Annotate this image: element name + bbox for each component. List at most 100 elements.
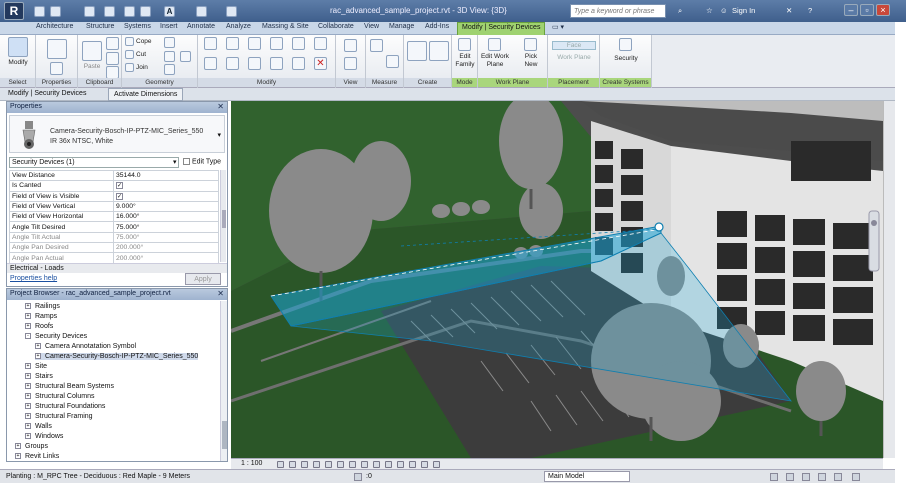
property-row[interactable]: Is Canted ✓	[9, 180, 219, 192]
minimize-button[interactable]: –	[844, 4, 858, 16]
browser-tree-item[interactable]: + Windows	[25, 433, 63, 440]
property-value[interactable]: 16.000°	[113, 211, 219, 223]
browser-scrollbar[interactable]	[220, 301, 227, 461]
group-select-label[interactable]: Select	[0, 78, 35, 87]
property-row[interactable]: Angle Pan Desired 200.000°	[9, 242, 219, 254]
expand-icon[interactable]: +	[15, 443, 21, 450]
close-icon[interactable]: ✕	[217, 102, 224, 111]
3d-viewport[interactable]	[231, 101, 883, 458]
temporary-properties-icon[interactable]	[421, 461, 428, 468]
edit-family-button[interactable]: Edit Family	[453, 53, 477, 69]
split-face-icon[interactable]	[164, 51, 175, 62]
property-row[interactable]: Angle Tilt Actual 75.000°	[9, 231, 219, 244]
help-icon[interactable]: ?	[808, 6, 812, 15]
browser-tree-item[interactable]: + Structural Framing	[25, 413, 93, 420]
lock-view-icon[interactable]	[361, 461, 368, 468]
tab-structure[interactable]: Structure	[86, 23, 114, 30]
expand-icon[interactable]: +	[25, 403, 31, 410]
apply-button[interactable]: Apply	[185, 273, 221, 285]
browser-tree-item[interactable]: + Walls	[25, 423, 52, 430]
property-value[interactable]: 9.000°	[113, 200, 219, 213]
browser-tree-item[interactable]: + Structural Columns	[25, 393, 95, 400]
modify-button[interactable]: Modify	[4, 59, 32, 66]
highlight-displacement-icon[interactable]	[409, 461, 416, 468]
security-button[interactable]: Security	[606, 55, 646, 62]
select-underlay-icon[interactable]	[786, 473, 794, 481]
view-scale[interactable]: 1 : 100	[241, 460, 262, 467]
tab-annotate[interactable]: Annotate	[187, 23, 215, 30]
property-checkbox[interactable]: ✓	[116, 192, 123, 200]
property-value[interactable]: 75.000°	[113, 231, 219, 244]
instance-filter-dropdown[interactable]: Security Devices (1)	[9, 157, 179, 168]
tab-analyze[interactable]: Analyze	[226, 23, 251, 30]
select-pinned-icon[interactable]	[802, 473, 810, 481]
expand-icon[interactable]: +	[25, 393, 31, 400]
visual-style-icon[interactable]	[289, 461, 296, 468]
join-button[interactable]: Join	[136, 64, 148, 71]
crop-region-icon[interactable]	[349, 461, 356, 468]
hide-isolate-icon[interactable]	[373, 461, 380, 468]
exchange-icon[interactable]: ✕	[786, 6, 792, 15]
tab-manage[interactable]: Manage	[389, 23, 414, 30]
property-value[interactable]: ✓	[113, 180, 219, 192]
cut-clip-icon[interactable]	[106, 37, 119, 50]
properties-help-link[interactable]: Properties help	[10, 275, 57, 282]
mirror-draw-icon[interactable]	[270, 37, 283, 50]
modify-cursor-icon[interactable]	[8, 37, 28, 57]
open-icon[interactable]	[34, 6, 45, 17]
expand-icon[interactable]: +	[35, 353, 41, 360]
split-icon[interactable]	[292, 37, 305, 50]
browser-tree-item[interactable]: + Roofs	[25, 323, 53, 330]
3d-scene[interactable]	[231, 101, 883, 458]
property-row[interactable]: Field of View Horizontal 16.000°	[9, 211, 219, 223]
paste-icon[interactable]	[82, 41, 102, 61]
delete-icon[interactable]: ✕	[314, 57, 327, 70]
detail-level-icon[interactable]	[277, 461, 284, 468]
security-system-icon[interactable]	[619, 38, 632, 51]
analytical-model-icon[interactable]	[397, 461, 404, 468]
expand-icon[interactable]: +	[25, 323, 31, 330]
filter-icon[interactable]	[852, 473, 860, 481]
print-icon[interactable]	[124, 6, 135, 17]
close-button[interactable]: ×	[876, 4, 890, 16]
binoculars-icon[interactable]: ⌕	[678, 6, 682, 16]
paint-icon[interactable]	[164, 64, 175, 75]
demolish-icon[interactable]	[180, 51, 191, 62]
3d-view-icon[interactable]	[196, 6, 207, 17]
measure-icon[interactable]	[140, 6, 151, 17]
crop-view-icon[interactable]	[337, 461, 344, 468]
cut-button[interactable]: Cut	[136, 51, 146, 58]
cope-button[interactable]: Cope	[136, 38, 152, 45]
thin-lines-icon[interactable]	[226, 6, 237, 17]
rotate-icon[interactable]	[248, 57, 261, 70]
property-row[interactable]: Angle Tilt Desired 75.000°	[9, 221, 219, 233]
browser-tree-item[interactable]: + Groups	[15, 443, 48, 450]
activate-dimensions-button[interactable]: Activate Dimensions	[108, 88, 184, 101]
property-value[interactable]: 35144.0	[113, 169, 219, 182]
browser-tree-item[interactable]: + Camera Annotatation Symbol	[35, 343, 136, 350]
sign-in-link[interactable]: Sign In	[732, 6, 755, 15]
chevron-down-icon[interactable]: ▾	[217, 131, 221, 139]
edit-family-icon[interactable]	[458, 38, 471, 51]
property-value[interactable]: ✓	[113, 190, 219, 202]
copy-clip-icon[interactable]	[106, 52, 119, 65]
expand-icon[interactable]: +	[25, 423, 31, 430]
expand-icon[interactable]: +	[15, 453, 21, 460]
copy-icon[interactable]	[226, 57, 239, 70]
measure-tool-icon[interactable]	[370, 39, 383, 52]
tab-architecture[interactable]: Architecture	[36, 23, 73, 30]
browser-tree-item[interactable]: + Railings	[25, 303, 60, 310]
property-row[interactable]: Field of View is Visible ✓	[9, 190, 219, 202]
close-icon[interactable]: ✕	[217, 289, 224, 298]
property-checkbox[interactable]: ✓	[116, 182, 123, 190]
browser-tree-item[interactable]: - Security Devices	[25, 333, 87, 340]
move-icon[interactable]	[204, 57, 217, 70]
join-icon[interactable]	[125, 63, 134, 72]
paste-button[interactable]: Paste	[78, 63, 106, 70]
browser-tree-item[interactable]: + Stairs	[25, 373, 53, 380]
array-icon[interactable]	[292, 57, 305, 70]
offset-icon[interactable]	[226, 37, 239, 50]
expand-icon[interactable]: +	[25, 433, 31, 440]
browser-tree-item[interactable]: + Camera-Security-Bosch-IP-PTZ-MIC_Series…	[35, 353, 199, 360]
property-row[interactable]: View Distance 35144.0	[9, 169, 219, 182]
